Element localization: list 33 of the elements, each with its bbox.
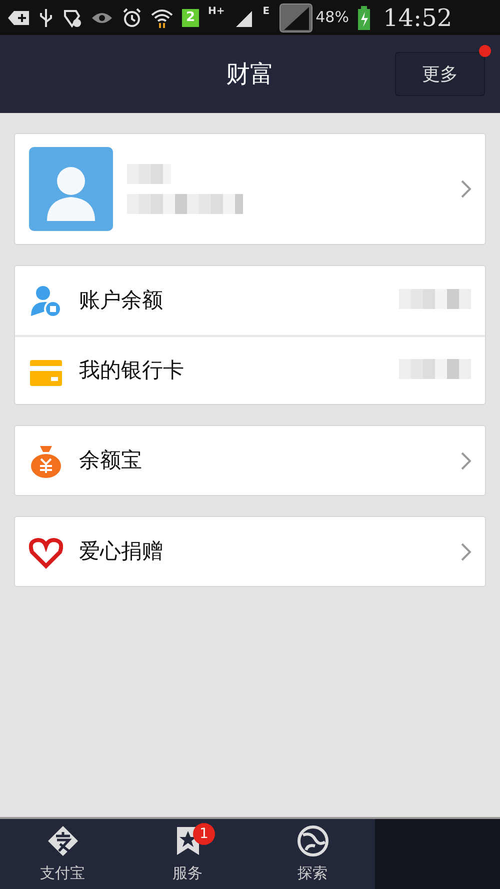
blurred-name-drawing xyxy=(127,164,171,184)
money-bag-icon xyxy=(29,444,63,478)
alarm-icon xyxy=(122,8,142,28)
usb-icon xyxy=(39,8,53,28)
tab[interactable]: 探索 xyxy=(250,819,375,889)
wifi-icon xyxy=(151,8,173,28)
list-item[interactable]: 余额宝 xyxy=(15,426,485,495)
notification-badge: 1 xyxy=(193,823,215,845)
avatar-icon xyxy=(29,147,113,231)
list-item[interactable]: 爱心捐赠 xyxy=(15,517,485,586)
chevron-right-icon xyxy=(461,542,471,560)
battery-percent: 48% xyxy=(316,7,349,28)
chevron-right-icon xyxy=(461,180,471,198)
page-title: 财富 xyxy=(226,59,274,90)
tab[interactable]: 服务 1 xyxy=(125,819,250,889)
profile-card[interactable] xyxy=(14,133,486,245)
sim-card-icon: 2 xyxy=(182,8,200,26)
clock-time: 14:52 xyxy=(382,2,452,34)
network-type-text: E xyxy=(262,5,270,19)
globe-icon xyxy=(296,824,330,858)
chevron-right-icon xyxy=(461,452,471,470)
list-item[interactable]: 账户余额 xyxy=(15,266,485,335)
more-button[interactable]: 更多 xyxy=(395,52,485,96)
network-type-text: H+ xyxy=(208,5,225,19)
list-item[interactable]: 我的银行卡 xyxy=(15,335,485,404)
battery-icon xyxy=(358,6,370,30)
user-icon xyxy=(29,284,63,318)
shield-icon xyxy=(62,8,82,28)
notification-icon xyxy=(8,10,30,26)
tab[interactable]: 支付宝 xyxy=(0,819,125,889)
signal-icon xyxy=(234,8,254,26)
alipay-icon xyxy=(46,824,80,858)
signal-icon xyxy=(278,2,313,32)
